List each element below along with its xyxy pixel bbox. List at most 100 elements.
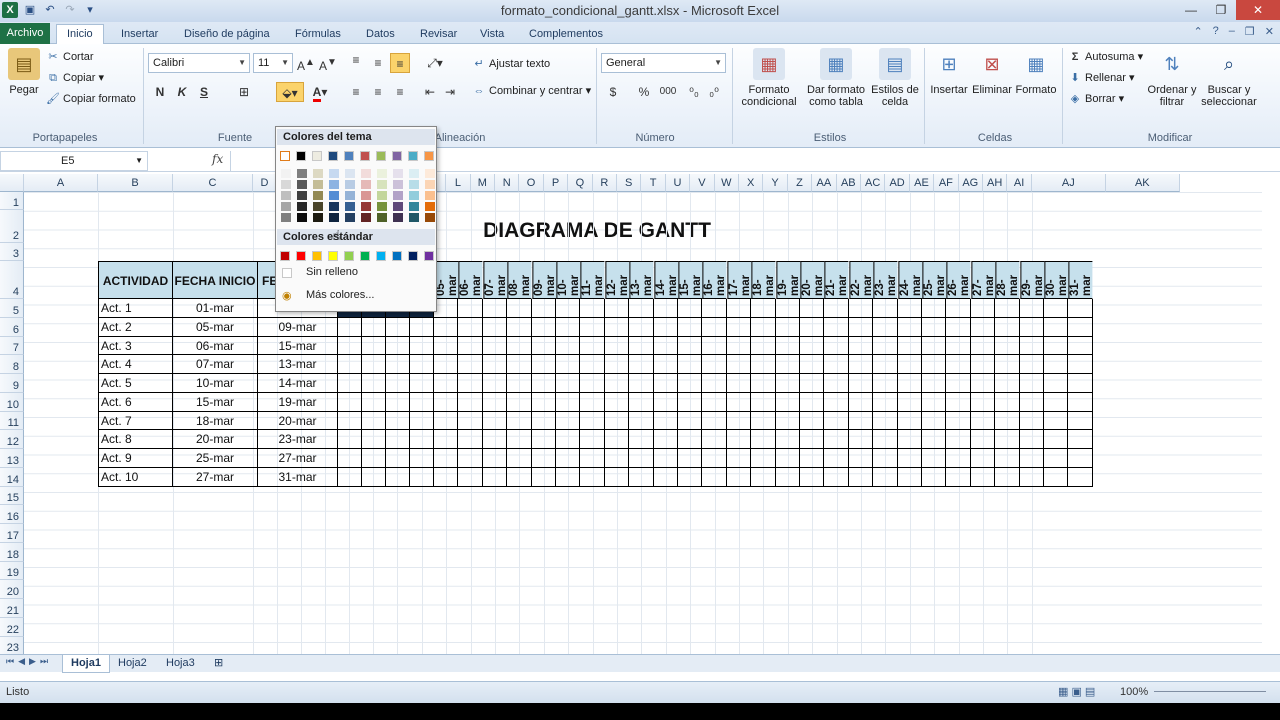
gantt-cell[interactable]	[922, 317, 947, 337]
gantt-cell[interactable]	[482, 299, 508, 318]
gantt-cell[interactable]	[824, 299, 849, 318]
gantt-cell[interactable]	[1068, 374, 1093, 393]
gantt-cell[interactable]	[970, 374, 996, 393]
help-icon[interactable]: ?	[1213, 25, 1219, 38]
gantt-cell[interactable]	[1019, 392, 1044, 412]
activity-cell[interactable]: Act. 10	[98, 467, 173, 487]
gantt-cell[interactable]	[1044, 355, 1069, 374]
theme-shade-swatch[interactable]	[281, 202, 291, 211]
gantt-cell[interactable]	[482, 392, 508, 412]
gantt-cell[interactable]	[386, 449, 410, 468]
gantt-cell[interactable]	[507, 449, 532, 468]
gantt-cell[interactable]	[556, 411, 581, 431]
gantt-cell[interactable]	[434, 449, 459, 468]
gantt-cell[interactable]	[338, 467, 362, 487]
column-header[interactable]: T	[641, 174, 666, 192]
gantt-cell[interactable]	[1019, 467, 1044, 487]
gantt-cell[interactable]	[482, 467, 508, 487]
theme-shade-swatch[interactable]	[425, 180, 435, 189]
row-header[interactable]: 10	[0, 392, 24, 412]
column-header[interactable]: Q	[568, 174, 593, 192]
gantt-cell[interactable]	[458, 467, 483, 487]
gantt-cell[interactable]	[362, 411, 386, 431]
gantt-cell[interactable]	[726, 467, 752, 487]
column-header[interactable]: V	[690, 174, 715, 192]
gantt-cell[interactable]	[338, 392, 362, 412]
gantt-cell[interactable]	[824, 355, 849, 374]
gantt-cell[interactable]	[604, 392, 630, 412]
start-date-cell[interactable]: 27-mar	[173, 467, 258, 487]
align-center-icon[interactable]: ≡	[368, 82, 388, 102]
restore-icon[interactable]: ❐	[1206, 0, 1236, 20]
column-header[interactable]: B	[98, 174, 173, 192]
gantt-cell[interactable]	[629, 467, 654, 487]
gantt-cell[interactable]	[702, 392, 727, 412]
column-header[interactable]: O	[519, 174, 544, 192]
theme-shade-swatch[interactable]	[345, 202, 355, 211]
gantt-cell[interactable]	[678, 374, 703, 393]
gantt-cell[interactable]	[1044, 336, 1069, 356]
gantt-cell[interactable]	[848, 355, 874, 374]
standard-color-swatch[interactable]	[376, 251, 386, 261]
gantt-cell[interactable]	[458, 336, 483, 356]
activity-cell[interactable]: Act. 2	[98, 317, 173, 337]
gantt-cell[interactable]	[338, 449, 362, 468]
gantt-cell[interactable]	[338, 355, 362, 374]
start-date-cell[interactable]: 10-mar	[173, 374, 258, 393]
theme-shade-swatch[interactable]	[393, 191, 403, 200]
format-as-table-button[interactable]: ▦ Dar formato como tabla	[804, 48, 868, 108]
sheet-nav-icons[interactable]: ⏮◀▶⏭	[6, 656, 52, 667]
increase-decimal-icon[interactable]: ⁰₀	[684, 82, 704, 102]
gantt-cell[interactable]	[507, 299, 532, 318]
gantt-cell[interactable]	[800, 299, 825, 318]
gantt-cell[interactable]	[897, 449, 922, 468]
end-date-cell[interactable]: 27-mar	[258, 449, 338, 468]
paste-button[interactable]: ▤ Pegar	[6, 48, 42, 96]
theme-shade-swatch[interactable]	[281, 169, 291, 178]
gantt-cell[interactable]	[458, 411, 483, 431]
gantt-cell[interactable]	[410, 392, 434, 412]
gantt-cell[interactable]	[726, 317, 752, 337]
gantt-cell[interactable]	[995, 449, 1020, 468]
gantt-cell[interactable]	[410, 449, 434, 468]
align-middle-icon[interactable]: ≡	[368, 53, 388, 73]
theme-shade-swatch[interactable]	[361, 202, 371, 211]
gantt-cell[interactable]	[531, 411, 556, 431]
theme-shade-swatch[interactable]	[409, 169, 419, 178]
gantt-cell[interactable]	[556, 449, 581, 468]
gantt-cell[interactable]	[556, 317, 581, 337]
gantt-cell[interactable]	[507, 355, 532, 374]
gantt-cell[interactable]	[897, 430, 922, 449]
theme-shade-swatch[interactable]	[297, 202, 307, 211]
gantt-cell[interactable]	[629, 392, 654, 412]
gantt-cell[interactable]	[531, 467, 556, 487]
hscroll-track[interactable]	[700, 655, 716, 673]
gantt-cell[interactable]	[946, 317, 971, 337]
column-header[interactable]: Z	[787, 174, 813, 192]
gantt-cell[interactable]	[629, 317, 654, 337]
gantt-cell[interactable]	[678, 449, 703, 468]
row-header[interactable]: 8	[0, 355, 24, 374]
gantt-cell[interactable]	[653, 430, 678, 449]
gantt-cell[interactable]	[775, 355, 800, 374]
gantt-cell[interactable]	[482, 317, 508, 337]
gantt-cell[interactable]	[556, 299, 581, 318]
gantt-cell[interactable]	[458, 317, 483, 337]
gantt-cell[interactable]	[995, 374, 1020, 393]
gantt-cell[interactable]	[507, 336, 532, 356]
column-header[interactable]: C	[173, 174, 253, 192]
gantt-cell[interactable]	[995, 355, 1020, 374]
insert-cells-button[interactable]: ⊞ Insertar	[928, 48, 970, 96]
gantt-cell[interactable]	[848, 467, 874, 487]
gantt-cell[interactable]	[434, 467, 459, 487]
gantt-cell[interactable]	[556, 467, 581, 487]
standard-color-swatch[interactable]	[408, 251, 418, 261]
gantt-cell[interactable]	[995, 299, 1020, 318]
gantt-cell[interactable]	[873, 317, 898, 337]
gantt-cell[interactable]	[775, 299, 800, 318]
gantt-cell[interactable]	[678, 467, 703, 487]
standard-color-swatch[interactable]	[360, 251, 370, 261]
gantt-cell[interactable]	[702, 449, 727, 468]
select-all-corner[interactable]	[0, 174, 24, 192]
sheet-tab[interactable]: Hoja3	[158, 655, 203, 673]
